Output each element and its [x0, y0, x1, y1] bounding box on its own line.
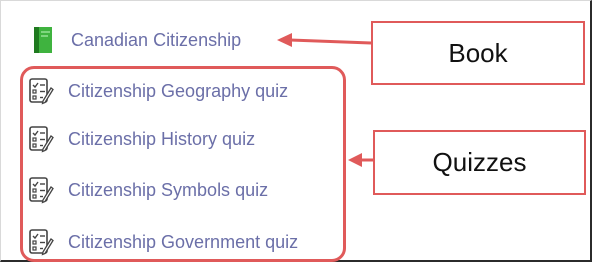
book-callout-label: Book	[448, 37, 508, 68]
book-callout: Book	[371, 21, 585, 85]
quizzes-callout-label: Quizzes	[432, 147, 527, 177]
book-icon	[31, 26, 57, 54]
quizzes-callout: Quizzes	[373, 130, 586, 195]
book-label[interactable]: Canadian Citizenship	[71, 30, 241, 51]
book-link-canadian-citizenship[interactable]: Canadian Citizenship	[31, 24, 241, 56]
quizzes-highlight-box	[20, 66, 346, 262]
